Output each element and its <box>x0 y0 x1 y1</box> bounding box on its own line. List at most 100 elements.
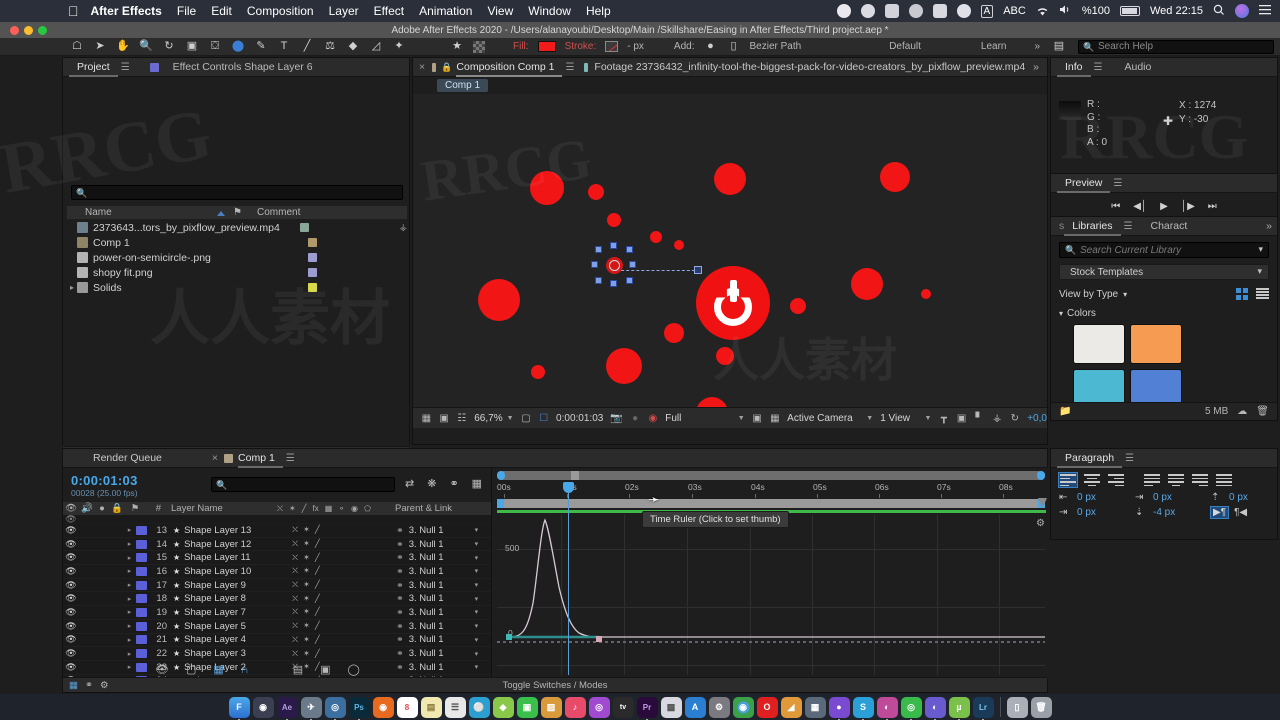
chevron-down-icon[interactable]: ▾ <box>475 540 479 548</box>
time-ruler[interactable]: 00s 01s 02s 03s 04s 05s 06s 07s 08s <box>497 482 1045 498</box>
expand-arrow-icon[interactable]: ▸ <box>67 283 77 292</box>
battery-icon[interactable] <box>1119 6 1140 16</box>
collapse-icon[interactable]: ✶ <box>303 566 310 576</box>
info-panel-menu-icon[interactable]: ☰ <box>1094 62 1103 73</box>
parent-link-endpoint[interactable] <box>694 266 702 274</box>
eye-icon[interactable]: 👁 <box>63 525 79 536</box>
transparency-grid-icon[interactable]: ▦ <box>769 412 780 424</box>
layer-name[interactable]: Shape Layer 8 <box>184 593 292 604</box>
pan-behind-icon[interactable]: ⛋ <box>208 40 222 53</box>
chevron-down-icon[interactable]: ▾ <box>1059 309 1063 318</box>
input-source-icon[interactable]: A <box>980 4 994 18</box>
chevron-down-icon[interactable]: ▾ <box>475 554 479 562</box>
premiere-icon[interactable]: Pr <box>636 696 658 720</box>
current-time-indicator-handle[interactable] <box>563 482 574 493</box>
launchpad-icon[interactable]: ◉ <box>252 696 274 718</box>
apple-menu-icon[interactable]:  <box>68 4 79 18</box>
parent-pickwhip-icon[interactable]: ⚭ <box>396 593 404 604</box>
roto-brush-icon[interactable]: ◿ <box>369 40 383 53</box>
collapse-icon[interactable]: ✶ <box>303 553 310 563</box>
expand-arrow-icon[interactable]: ▸ <box>123 595 136 603</box>
color-swatch[interactable] <box>1130 324 1182 364</box>
video-camera-icon[interactable] <box>932 4 947 18</box>
after-effects-icon[interactable]: Ae <box>276 696 298 720</box>
region-icon[interactable]: ▣ <box>752 412 763 424</box>
parent-value[interactable]: 3. Null 1 <box>409 634 444 645</box>
siri-icon[interactable] <box>1235 4 1249 18</box>
timeline-navigator[interactable] <box>497 471 1045 480</box>
folder-icon[interactable]: 📁 <box>1059 406 1071 417</box>
reminders-icon[interactable]: ☰ <box>444 696 466 718</box>
keyframe-marker[interactable] <box>596 636 602 642</box>
label-color[interactable] <box>136 635 147 645</box>
collapse-icon[interactable]: ✶ <box>303 635 310 645</box>
parent-pickwhip-icon[interactable]: ⚭ <box>396 552 404 563</box>
label-color[interactable] <box>136 553 147 563</box>
bezier-path-label[interactable]: Bezier Path <box>750 41 802 52</box>
chevron-down-icon[interactable]: ▾ <box>475 636 479 644</box>
eye-icon[interactable]: 👁 <box>63 539 79 550</box>
podcasts-icon[interactable]: ◎ <box>588 696 610 718</box>
speed-graph[interactable]: 500 0 <box>497 515 1045 675</box>
check-circle-icon[interactable] <box>836 4 851 18</box>
collapse-icon[interactable]: ✶ <box>303 649 310 659</box>
comp-flowchart-icon[interactable]: ⚶ <box>992 412 1003 424</box>
shy-icon[interactable]: ⛌ <box>292 621 298 631</box>
fit-selection-icon[interactable]: ▤ <box>293 663 303 676</box>
project-panel-menu-icon[interactable]: ☰ <box>121 62 130 73</box>
layer-name[interactable]: Shape Layer 10 <box>184 566 292 577</box>
stroke-color-swatch[interactable] <box>605 41 619 52</box>
flowchart-icon[interactable]: ⚶ <box>399 222 407 233</box>
parent-value[interactable]: 3. Null 1 <box>409 593 444 604</box>
list-view-icon[interactable] <box>1256 288 1269 299</box>
selection-arrow-icon[interactable]: ➤ <box>93 40 107 53</box>
ltr-icon[interactable]: ▶¶ <box>1209 506 1230 519</box>
volume-icon[interactable] <box>1059 4 1072 18</box>
menu-file[interactable]: File <box>177 4 196 18</box>
list-item[interactable]: ▸ Solids <box>67 280 407 295</box>
bezier-path-icon[interactable]: ▯ <box>727 40 741 53</box>
menu-composition[interactable]: Composition <box>247 4 314 18</box>
justify-last-right-icon[interactable] <box>1191 473 1209 487</box>
toggle-transparency-icon[interactable]: ▦ <box>421 412 432 424</box>
collapse-icon[interactable]: ✶ <box>303 580 310 590</box>
views-select[interactable]: 1 View ▼ <box>880 413 931 424</box>
exposure-toggle-icon[interactable]: ▣ <box>956 412 967 424</box>
snapshot-icon[interactable]: 📷 <box>610 412 622 424</box>
breadcrumb[interactable]: Comp 1 <box>437 79 489 92</box>
appstore-icon[interactable]: A <box>684 696 706 718</box>
facetime-icon[interactable]: ▣ <box>516 696 538 718</box>
whatsapp-icon[interactable]: ◎ <box>900 696 922 720</box>
clock[interactable]: Wed 22:15 <box>1150 5 1203 17</box>
tab-project[interactable]: Project <box>69 58 118 77</box>
eye-icon[interactable]: 👁 <box>63 607 79 618</box>
quality-icon[interactable]: ╱ <box>315 580 320 590</box>
u-circle-icon[interactable] <box>860 4 875 18</box>
draft-3d-icon[interactable]: ❋ <box>427 477 436 490</box>
parent-pickwhip-icon[interactable]: ⚭ <box>396 539 404 550</box>
control-center-icon[interactable] <box>1259 4 1272 18</box>
eye-icon[interactable]: 👁 <box>63 662 79 673</box>
project-search-input[interactable]: 🔍 <box>71 185 403 200</box>
at-circle-icon[interactable] <box>908 4 923 18</box>
parent-pickwhip-icon[interactable]: ⚭ <box>396 580 404 591</box>
skype-icon[interactable]: S <box>852 696 874 720</box>
shy-icon[interactable]: ⛌ <box>292 553 298 563</box>
quality-icon[interactable]: ╱ <box>315 553 320 563</box>
chevron-down-icon[interactable]: ▾ <box>475 650 479 658</box>
fill-color-swatch[interactable] <box>537 41 556 52</box>
tab-paragraph[interactable]: Paragraph <box>1057 449 1123 468</box>
timeline-panel-menu-icon[interactable]: ☰ <box>286 453 295 464</box>
channel-icon[interactable]: ◉ <box>648 412 659 424</box>
frame-blending-icon[interactable]: ▦ <box>472 477 482 490</box>
quality-icon[interactable]: ╱ <box>315 607 320 617</box>
shy-icon[interactable]: ⛌ <box>292 525 298 535</box>
frame-render-icon[interactable]: ▦ <box>69 680 78 691</box>
parent-pickwhip-icon[interactable]: ⚭ <box>396 566 404 577</box>
expand-arrow-icon[interactable]: ▸ <box>123 622 136 630</box>
composition-viewer[interactable]: RRCG 人人素材 <box>413 94 1047 407</box>
previous-frame-icon[interactable]: ◀│ <box>1133 201 1147 212</box>
composition-canvas[interactable] <box>413 94 1047 407</box>
settings-icon[interactable]: ⚙ <box>708 696 730 718</box>
show-snapshot-icon[interactable]: ● <box>630 412 641 424</box>
